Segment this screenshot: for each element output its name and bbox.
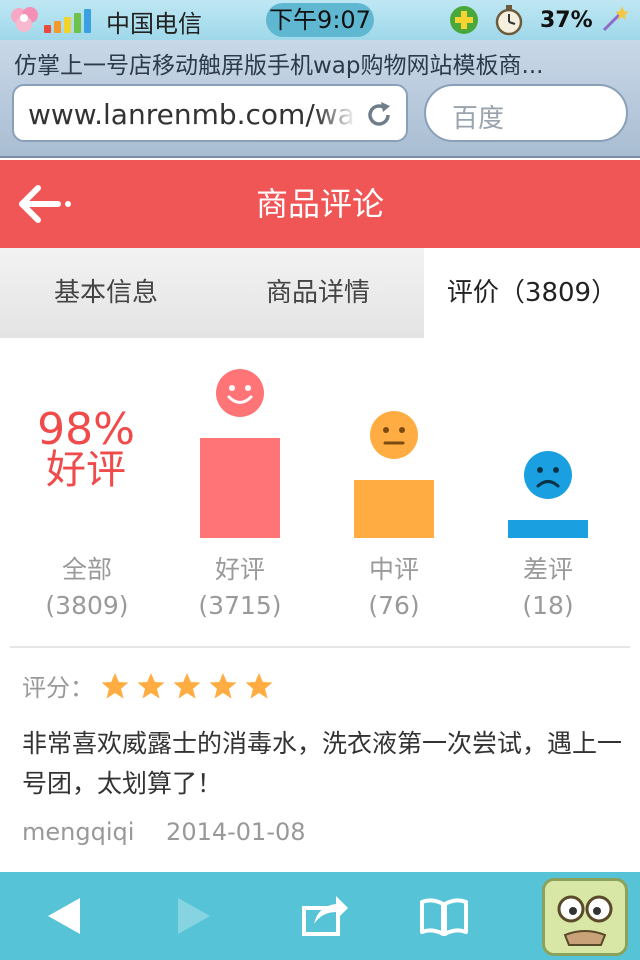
filter-good[interactable]: 好评 (3715) bbox=[170, 552, 310, 624]
sad-face-icon bbox=[524, 451, 572, 499]
star-icon bbox=[209, 672, 237, 698]
score-row: 评分： bbox=[22, 668, 274, 703]
tab-reviews[interactable]: 评价（3809） bbox=[424, 248, 640, 338]
avatar[interactable] bbox=[542, 878, 628, 956]
signal-icon bbox=[44, 9, 91, 33]
tab-product-details[interactable]: 商品详情 bbox=[212, 248, 424, 338]
filter-good-count: (3715) bbox=[198, 591, 282, 620]
flower-icon bbox=[11, 7, 38, 32]
search-placeholder: 百度 bbox=[452, 104, 505, 134]
filter-neutral-label: 中评 bbox=[368, 555, 419, 584]
back-arrow-icon[interactable] bbox=[16, 180, 76, 228]
smile-face-icon bbox=[216, 369, 264, 417]
filter-neutral[interactable]: 中评 (76) bbox=[324, 552, 464, 624]
rating-summary: 98% 好评 全部 (3809) 好评 (3715) 中评 (76) 差评 (1… bbox=[0, 338, 640, 646]
star-icon bbox=[173, 672, 201, 698]
stopwatch-icon bbox=[495, 5, 523, 36]
bad-bar bbox=[508, 520, 588, 538]
filter-bad-count: (18) bbox=[522, 591, 574, 620]
tab-bar: 基本信息 商品详情 评价（3809） bbox=[0, 248, 640, 338]
reload-icon[interactable] bbox=[364, 100, 394, 130]
star-rating bbox=[100, 671, 274, 701]
battery-percent: 37% bbox=[540, 8, 593, 33]
neutral-face-icon bbox=[370, 411, 418, 459]
filter-all-count: (3809) bbox=[45, 591, 129, 620]
positive-rate-value: 98% bbox=[37, 404, 135, 455]
review-meta: mengqiqi 2014-01-08 bbox=[22, 818, 306, 846]
shield-plus-icon bbox=[450, 6, 478, 34]
address-bar[interactable]: www.lanrenmb.com/wap bbox=[12, 84, 408, 142]
browser-page-title: 仿掌上一号店移动触屏版手机wap购物网站模板商... bbox=[14, 53, 544, 79]
filter-bad-label: 差评 bbox=[522, 555, 573, 584]
filter-all[interactable]: 全部 (3809) bbox=[17, 552, 157, 624]
star-icon bbox=[245, 672, 273, 698]
score-label: 评分： bbox=[22, 674, 94, 702]
status-time: 下午9:07 bbox=[266, 3, 374, 37]
positive-rate: 98% 好评 bbox=[16, 404, 156, 493]
page-title: 商品评论 bbox=[255, 185, 384, 223]
app-header: 商品评论 bbox=[0, 160, 640, 248]
filter-all-label: 全部 bbox=[61, 555, 112, 584]
neutral-bar bbox=[354, 480, 434, 538]
search-input[interactable]: 百度 bbox=[424, 84, 628, 142]
divider bbox=[10, 646, 630, 648]
review-user: mengqiqi bbox=[22, 818, 135, 846]
back-arrow-icon[interactable] bbox=[40, 890, 92, 942]
share-icon[interactable] bbox=[298, 890, 350, 942]
carrier-name: 中国电信 bbox=[106, 10, 202, 38]
status-bar: 中国电信 下午9:07 37% bbox=[0, 0, 640, 40]
filter-neutral-count: (76) bbox=[368, 591, 420, 620]
browser-toolbar bbox=[0, 872, 640, 960]
tab-basic-info[interactable]: 基本信息 bbox=[0, 248, 212, 338]
forward-arrow-icon[interactable] bbox=[166, 890, 218, 942]
positive-rate-label: 好评 bbox=[46, 447, 126, 493]
review-date: 2014-01-08 bbox=[166, 818, 306, 846]
star-icon bbox=[101, 672, 129, 698]
good-bar bbox=[200, 438, 280, 538]
filter-bad[interactable]: 差评 (18) bbox=[478, 552, 618, 624]
magic-wand-icon bbox=[602, 6, 629, 32]
browser-chrome: 仿掌上一号店移动触屏版手机wap购物网站模板商... www.lanrenmb.… bbox=[0, 40, 640, 158]
bookmarks-icon[interactable] bbox=[418, 890, 470, 942]
filter-good-label: 好评 bbox=[214, 555, 265, 584]
star-icon bbox=[137, 672, 165, 698]
review-text: 非常喜欢威露士的消毒水，洗衣液第一次尝试，遇上一号团，太划算了！ bbox=[22, 729, 623, 798]
